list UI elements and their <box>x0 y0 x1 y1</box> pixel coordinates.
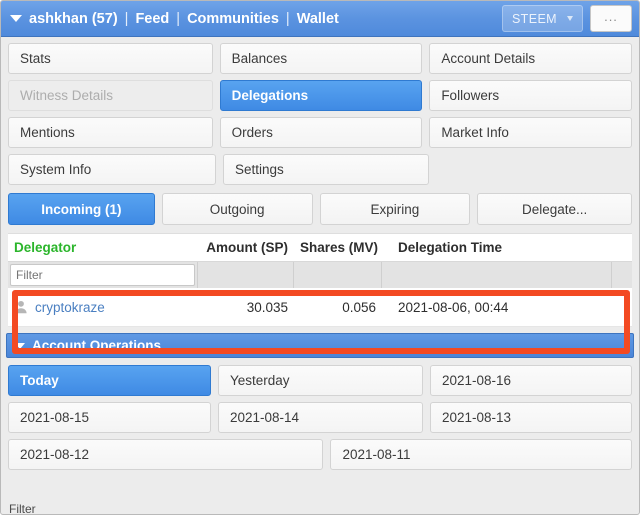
column-header-shares[interactable]: Shares (MV) <box>294 240 382 255</box>
tab-delegate[interactable]: Delegate... <box>477 193 632 225</box>
filter-cell-delegation-time <box>382 262 612 288</box>
cell-shares-mv: 0.056 <box>342 299 376 315</box>
cell-delegation-time: 2021-08-06, 00:44 <box>398 299 509 315</box>
nav-button-stats[interactable]: Stats <box>8 43 213 74</box>
nav-username[interactable]: ashkhan (57) <box>29 11 118 27</box>
delegator-name[interactable]: cryptokraze <box>35 300 105 315</box>
table-filter-row <box>8 262 632 288</box>
date-button-2021-08-11[interactable]: 2021-08-11 <box>330 439 632 470</box>
nav-button-followers[interactable]: Followers <box>429 80 632 111</box>
table-row[interactable]: cryptokraze 30.035 0.056 2021-08-06, 00:… <box>8 288 632 327</box>
app-window: ashkhan (57) | Feed | Communities | Wall… <box>0 0 640 515</box>
nav-link-wallet[interactable]: Wallet <box>297 11 339 27</box>
date-row-2: 2021-08-15 2021-08-14 2021-08-13 <box>8 402 632 433</box>
date-button-today[interactable]: Today <box>8 365 211 396</box>
account-operations-date-grid: Today Yesterday 2021-08-16 2021-08-15 20… <box>1 358 639 470</box>
more-options-button[interactable]: ... <box>590 5 632 32</box>
delegations-table: Delegator Amount (SP) Shares (MV) Delega… <box>8 233 632 327</box>
nav-button-witness-details: Witness Details <box>8 80 213 111</box>
filter-cell-amount <box>198 262 294 288</box>
date-button-2021-08-13[interactable]: 2021-08-13 <box>429 402 632 433</box>
date-button-yesterday[interactable]: Yesterday <box>218 365 423 396</box>
nav-button-market-info[interactable]: Market Info <box>429 117 632 148</box>
nav-separator-2: | <box>176 10 181 27</box>
tab-expiring[interactable]: Expiring <box>319 193 471 225</box>
currency-select-label: STEEM <box>511 11 557 26</box>
filter-input-delegator[interactable] <box>10 264 195 286</box>
cell-delegator: cryptokraze <box>8 300 198 315</box>
date-button-2021-08-14[interactable]: 2021-08-14 <box>218 402 423 433</box>
caret-down-icon[interactable] <box>10 15 22 22</box>
main-nav-row-1: Stats Balances Account Details <box>8 43 632 74</box>
chevron-down-icon <box>567 16 573 21</box>
delegation-sub-tabs: Incoming (1) Outgoing Expiring Delegate.… <box>1 191 639 225</box>
main-nav-row-4: System Info Settings <box>8 154 632 185</box>
topbar-right-controls: STEEM ... <box>501 1 634 36</box>
main-nav-panel: Stats Balances Account Details Witness D… <box>1 37 639 185</box>
delegator-user[interactable]: cryptokraze <box>14 300 192 315</box>
nav-button-delegations[interactable]: Delegations <box>219 80 423 111</box>
main-nav-row-2: Witness Details Delegations Followers <box>8 80 632 111</box>
column-header-delegator[interactable]: Delegator <box>8 240 198 255</box>
date-button-2021-08-12[interactable]: 2021-08-12 <box>8 439 324 470</box>
date-row-1: Today Yesterday 2021-08-16 <box>8 365 632 396</box>
top-navigation-bar: ashkhan (57) | Feed | Communities | Wall… <box>1 1 639 37</box>
nav-button-account-details[interactable]: Account Details <box>429 43 632 74</box>
account-operations-header[interactable]: Account Operations <box>6 333 634 358</box>
column-header-amount[interactable]: Amount (SP) <box>198 240 294 255</box>
tab-incoming[interactable]: Incoming (1) <box>8 193 155 225</box>
nav-separator-1: | <box>124 10 129 27</box>
nav-button-mentions[interactable]: Mentions <box>8 117 213 148</box>
filter-cell-shares <box>294 262 382 288</box>
nav-link-communities[interactable]: Communities <box>187 11 279 27</box>
column-header-delegation-time[interactable]: Delegation Time <box>382 240 612 255</box>
currency-select[interactable]: STEEM <box>501 5 583 32</box>
nav-link-feed[interactable]: Feed <box>135 11 169 27</box>
date-row-3: 2021-08-12 2021-08-11 <box>8 439 632 470</box>
date-button-2021-08-15[interactable]: 2021-08-15 <box>8 402 211 433</box>
nav-button-settings[interactable]: Settings <box>223 154 429 185</box>
nav-separator-3: | <box>285 10 290 27</box>
table-header-row: Delegator Amount (SP) Shares (MV) Delega… <box>8 234 632 262</box>
tab-outgoing[interactable]: Outgoing <box>161 193 313 225</box>
person-icon <box>15 300 27 314</box>
main-nav-row-3: Mentions Orders Market Info <box>8 117 632 148</box>
nav-links: ashkhan (57) | Feed | Communities | Wall… <box>29 11 339 27</box>
operations-filter-label[interactable]: Filter <box>9 502 189 514</box>
nav-button-balances[interactable]: Balances <box>219 43 423 74</box>
caret-down-icon[interactable] <box>15 342 25 349</box>
date-button-2021-08-16[interactable]: 2021-08-16 <box>429 365 632 396</box>
nav-button-system-info[interactable]: System Info <box>8 154 216 185</box>
account-operations-title: Account Operations <box>32 338 162 353</box>
nav-button-orders[interactable]: Orders <box>219 117 423 148</box>
cell-amount-sp: 30.035 <box>246 299 288 315</box>
filter-cell-delegator <box>8 262 198 288</box>
